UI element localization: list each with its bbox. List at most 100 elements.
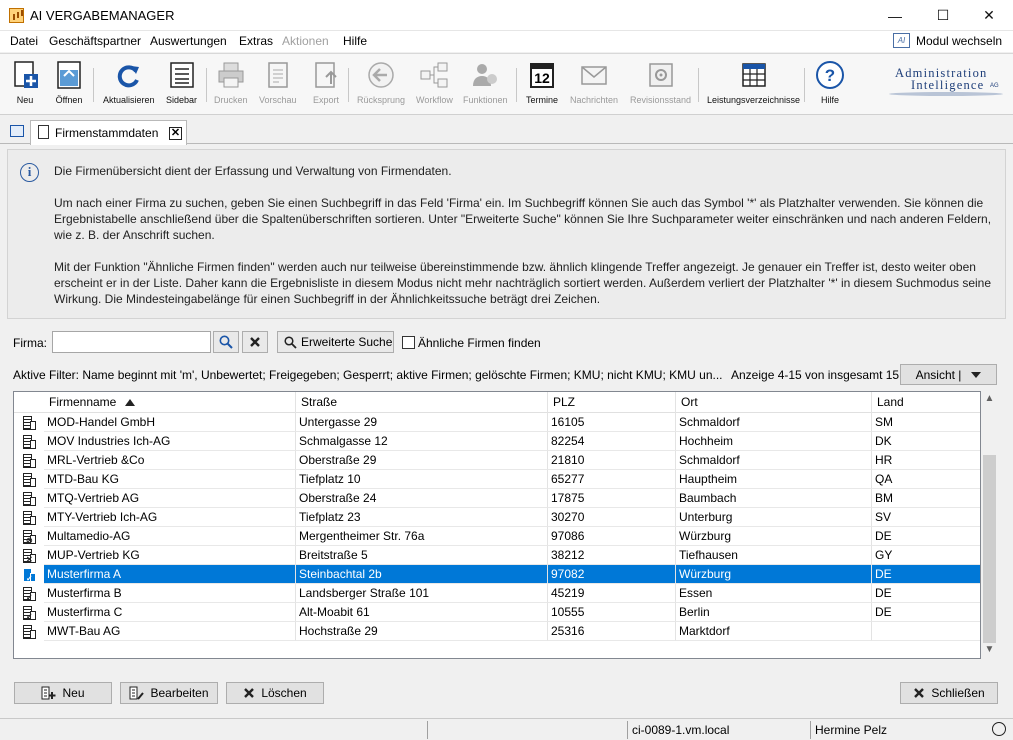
toolbar-termine-button[interactable]: 12 Termine <box>526 60 558 105</box>
erweiterte-suche-button[interactable]: Erweiterte Suche <box>277 331 394 353</box>
info-panel: i Die Firmenübersicht dient der Erfassun… <box>7 149 1006 319</box>
toolbar-separator <box>93 68 94 102</box>
toolbar-ruecksprung-button[interactable]: Rücksprung <box>357 60 405 105</box>
bearbeiten-button[interactable]: Bearbeiten <box>120 682 218 704</box>
cell-land: HR <box>872 451 980 470</box>
cell-name: MOV Industries Ich-AG <box>44 432 296 451</box>
toolbar-oeffnen-button[interactable]: Öffnen <box>54 60 84 105</box>
toolbar-drucken-button[interactable]: Drucken <box>214 60 248 105</box>
result-count: Anzeige 4-15 von insgesamt 15 <box>731 368 900 382</box>
schliessen-button[interactable]: Schließen <box>900 682 998 704</box>
export-icon <box>311 60 341 90</box>
minimize-button[interactable]: — <box>872 0 918 31</box>
aehnliche-firmen-checkbox[interactable] <box>402 336 415 349</box>
cell-ort: Würzburg <box>676 565 872 584</box>
firma-search-input[interactable] <box>52 331 211 353</box>
toolbar-nachrichten-button[interactable]: Nachrichten <box>570 60 618 105</box>
cell-name: MRL-Vertrieb &Co <box>44 451 296 470</box>
cell-land: DK <box>872 432 980 451</box>
menu-geschaeftspartner[interactable]: Geschäftspartner <box>49 34 141 48</box>
navigation-icon[interactable] <box>10 125 24 137</box>
neu-button[interactable]: Neu <box>14 682 112 704</box>
table-row[interactable]: MWT-Bau AG Hochstraße 29 25316 Marktdorf <box>14 622 980 641</box>
tab-strip: Firmenstammdaten ✕ <box>0 116 1013 145</box>
table-row[interactable]: MOD-Handel GmbH Untergasse 29 16105 Schmald… <box>14 413 980 432</box>
toolbar-leistungsverzeichnisse-button[interactable]: Leistungsverzeichnisse <box>707 60 800 105</box>
firmen-table: Firmenname Straße PLZ Ort Land MOD-Hande… <box>13 391 981 659</box>
clear-search-button[interactable] <box>242 331 268 353</box>
table-row[interactable]: ✕ MUP-Vertrieb KG Breitstraße 5 38212 Tiefha… <box>14 546 980 565</box>
toolbar-label: Termine <box>526 95 559 105</box>
search-button[interactable] <box>213 331 239 353</box>
toolbar-hilfe-button[interactable]: ? Hilfe <box>815 60 845 105</box>
toolbar-workflow-button[interactable]: Workflow <box>416 60 453 105</box>
cell-name: Multamedio-AG <box>44 527 296 546</box>
close-window-button[interactable]: ✕ <box>966 0 1012 31</box>
company-icon <box>22 625 36 639</box>
table-row[interactable]: MOV Industries Ich-AG Schmalgasse 12 82254… <box>14 432 980 451</box>
table-row[interactable]: ✓ Musterfirma B Landsberger Straße 101 4521… <box>14 584 980 603</box>
menu-hilfe[interactable]: Hilfe <box>343 34 367 48</box>
column-header-firmenname[interactable]: Firmenname <box>44 392 296 413</box>
cell-name: MOD-Handel GmbH <box>44 413 296 432</box>
menu-aktionen[interactable]: Aktionen <box>282 34 329 48</box>
mail-icon <box>579 60 609 90</box>
tab-close-icon[interactable]: ✕ <box>169 127 182 140</box>
toolbar-neu-button[interactable]: Neu <box>10 60 40 105</box>
toolbar-vorschau-button[interactable]: Vorschau <box>259 60 297 105</box>
toolbar-revisionsstand-button[interactable]: Revisionsstand <box>630 60 691 105</box>
table-row[interactable]: MTY-Vertrieb Ich-AG Tiefplatz 23 30270 Unte… <box>14 508 980 527</box>
vertical-scrollbar[interactable]: ▲ ▼ <box>981 391 998 659</box>
toolbar-aktualisieren-button[interactable]: Aktualisieren <box>103 60 155 105</box>
help-icon: ? <box>815 60 845 90</box>
column-header-land[interactable]: Land <box>872 392 980 413</box>
ansicht-button[interactable]: Ansicht | <box>900 364 997 385</box>
brand-swoosh <box>889 92 1003 96</box>
table-row[interactable]: ⊘ Multamedio-AG Mergentheimer Str. 76a 9708… <box>14 527 980 546</box>
active-filter-text: Aktive Filter: Name beginnt mit 'm', Unb… <box>13 368 723 382</box>
toolbar: Neu Öffnen Aktualisieren Sidebar Drucken… <box>0 53 1013 115</box>
company-status-badge-icon: ✓ <box>26 574 33 583</box>
toolbar-export-button[interactable]: Export <box>311 60 341 105</box>
cell-ort: Schmaldorf <box>676 451 872 470</box>
column-header-strasse[interactable]: Straße <box>296 392 548 413</box>
cell-plz: 38212 <box>548 546 676 565</box>
new-document-icon <box>10 60 40 90</box>
table-icon <box>739 60 769 90</box>
table-row[interactable]: ✓ Musterfirma C Alt-Moabit 61 10555 Berlin DE <box>14 603 980 622</box>
cell-name: Musterfirma B <box>44 584 296 603</box>
column-header-ort[interactable]: Ort <box>676 392 872 413</box>
table-row[interactable]: MTQ-Vertrieb AG Oberstraße 24 17875 Baumbac… <box>14 489 980 508</box>
menu-extras[interactable]: Extras <box>239 34 273 48</box>
toolbar-label: Nachrichten <box>570 95 619 105</box>
toolbar-label: Hilfe <box>820 95 839 105</box>
cell-ort: Essen <box>676 584 872 603</box>
cell-land: SM <box>872 413 980 432</box>
toolbar-funktionen-button[interactable]: Funktionen <box>463 60 508 105</box>
scrollbar-thumb[interactable] <box>983 455 996 643</box>
cell-plz: 45219 <box>548 584 676 603</box>
cell-ort: Schmaldorf <box>676 413 872 432</box>
title-bar: AI VERGABEMANAGER — ☐ ✕ <box>0 0 1013 31</box>
toolbar-sidebar-button[interactable]: Sidebar <box>166 60 197 105</box>
column-header-plz[interactable]: PLZ <box>548 392 676 413</box>
modul-wechseln-label: Modul wechseln <box>916 33 1003 48</box>
cell-strasse: Hochstraße 29 <box>296 622 548 641</box>
toolbar-label: Sidebar <box>166 95 198 105</box>
print-icon <box>216 60 246 90</box>
tab-firmenstammdaten[interactable]: Firmenstammdaten ✕ <box>30 120 187 145</box>
company-status-badge-icon: ✓ <box>26 593 33 602</box>
aehnliche-firmen-label[interactable]: Ähnliche Firmen finden <box>418 336 541 350</box>
menu-auswertungen[interactable]: Auswertungen <box>150 34 227 48</box>
scroll-up-icon[interactable]: ▲ <box>981 393 998 407</box>
scroll-down-icon[interactable]: ▼ <box>981 644 998 658</box>
table-row[interactable]: ✓ Musterfirma A Steinbachtal 2b 97082 Würzbu… <box>14 565 980 584</box>
table-row[interactable]: MRL-Vertrieb &Co Oberstraße 29 21810 Schmal… <box>14 451 980 470</box>
modul-wechseln-button[interactable]: AI Modul wechseln <box>893 33 1002 48</box>
company-status-badge-icon: ✕ <box>26 555 33 564</box>
menu-datei[interactable]: Datei <box>10 34 38 48</box>
maximize-button[interactable]: ☐ <box>920 0 966 31</box>
table-row[interactable]: MTD-Bau KG Tiefplatz 10 65277 Hauptheim QA <box>14 470 980 489</box>
loeschen-button[interactable]: Löschen <box>226 682 324 704</box>
toolbar-separator <box>206 68 207 102</box>
